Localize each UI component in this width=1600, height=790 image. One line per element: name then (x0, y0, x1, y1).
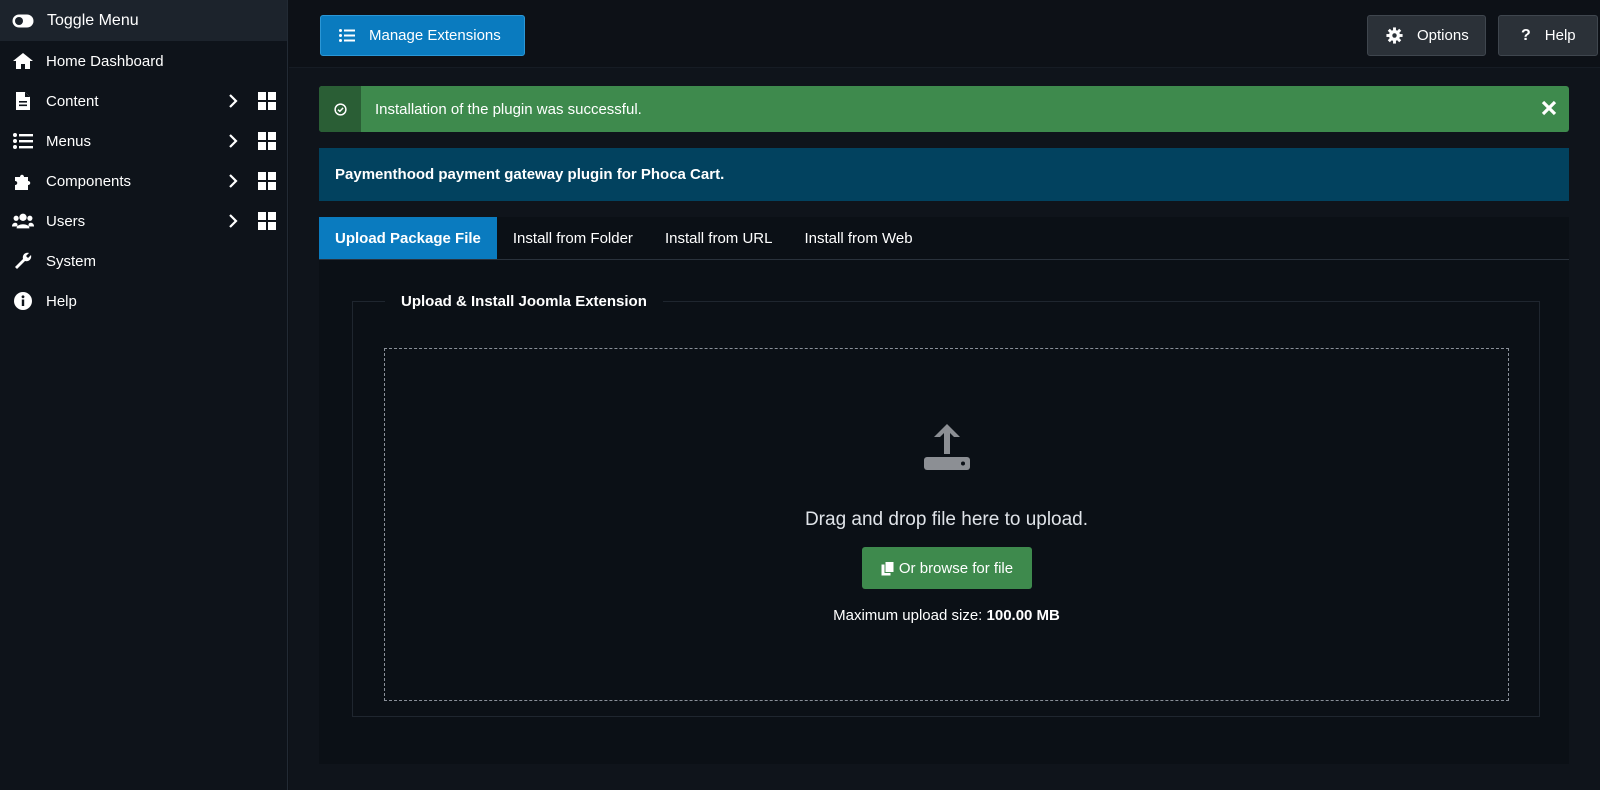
sidebar-item-home-dashboard[interactable]: Home Dashboard (0, 41, 287, 81)
sidebar-item-label: Content (46, 92, 99, 110)
main-content: Installation of the plugin was successfu… (289, 68, 1600, 790)
dashboard-grid-icon[interactable] (258, 172, 276, 190)
sidebar-item-system[interactable]: System (0, 241, 287, 281)
dashboard-grid-icon[interactable] (258, 212, 276, 230)
sidebar-item-help[interactable]: Help (0, 281, 287, 321)
max-upload-value: 100.00 MB (986, 607, 1060, 624)
manage-extensions-label: Manage Extensions (369, 27, 501, 44)
options-button[interactable]: Options (1367, 15, 1486, 56)
alert-message: Installation of the plugin was successfu… (375, 100, 642, 118)
question-icon: ? (1521, 26, 1531, 44)
copy-icon (881, 560, 895, 575)
chevron-right-icon[interactable] (226, 133, 240, 149)
tab-upload-package-file[interactable]: Upload Package File (319, 217, 497, 259)
max-upload-label: Maximum upload size: (833, 607, 983, 624)
sidebar-item-menus[interactable]: Menus (0, 121, 287, 161)
check-circle-icon (319, 86, 361, 132)
wrench-icon (12, 250, 34, 272)
tab-install-from-folder[interactable]: Install from Folder (497, 217, 649, 259)
tab-install-from-web[interactable]: Install from Web (788, 217, 928, 259)
gear-icon (1386, 27, 1403, 44)
dashboard-grid-icon[interactable] (258, 132, 276, 150)
list-icon (339, 29, 355, 42)
sidebar-item-label: Help (46, 292, 77, 310)
dropzone-text: Drag and drop file here to upload. (804, 509, 1089, 530)
toggle-menu-label: Toggle Menu (47, 11, 139, 29)
upload-fieldset: Upload & Install Joomla Extension Drag a… (352, 293, 1540, 717)
chevron-right-icon[interactable] (226, 213, 240, 229)
tab-install-from-url[interactable]: Install from URL (649, 217, 789, 259)
help-label: Help (1544, 27, 1576, 44)
close-icon[interactable] (1539, 98, 1559, 118)
home-icon (12, 50, 34, 72)
info-circle-icon (12, 290, 34, 312)
success-alert: Installation of the plugin was successfu… (319, 86, 1569, 132)
toggle-icon (12, 14, 34, 28)
install-card: Upload Package File Install from Folder … (319, 217, 1569, 764)
max-upload-size: Maximum upload size: 100.00 MB (385, 607, 1508, 624)
sidebar-item-content[interactable]: Content (0, 81, 287, 121)
manage-extensions-button[interactable]: Manage Extensions (320, 15, 525, 56)
chevron-right-icon[interactable] (226, 173, 240, 189)
dashboard-grid-icon[interactable] (258, 92, 276, 110)
options-label: Options (1417, 27, 1469, 44)
toggle-menu-button[interactable]: Toggle Menu (0, 0, 287, 41)
install-tabs: Upload Package File Install from Folder … (319, 217, 1569, 260)
users-icon (12, 210, 34, 232)
file-icon (12, 90, 34, 112)
sidebar-item-label: Home Dashboard (46, 52, 164, 70)
sidebar-item-components[interactable]: Components (0, 161, 287, 201)
browse-file-label: Or browse for file (898, 559, 1014, 577)
sidebar-item-label: Menus (46, 132, 92, 150)
sidebar-item-users[interactable]: Users (0, 201, 287, 241)
chevron-right-icon[interactable] (226, 93, 240, 109)
toolbar: Manage Extensions Options ? Help (289, 0, 1600, 68)
sidebar-item-label: Components (46, 172, 132, 190)
sidebar: Toggle Menu Home Dashboard Content Menus… (0, 0, 288, 790)
upload-icon (924, 424, 970, 470)
upload-legend: Upload & Install Joomla Extension (385, 293, 663, 310)
help-button[interactable]: ? Help (1498, 15, 1598, 56)
upload-dropzone[interactable]: Drag and drop file here to upload. Or br… (384, 348, 1509, 701)
browse-file-button[interactable]: Or browse for file (862, 547, 1032, 589)
puzzle-icon (12, 170, 34, 192)
sidebar-item-label: Users (46, 212, 86, 230)
sidebar-item-label: System (46, 252, 97, 270)
list-icon (12, 130, 34, 152)
info-message: Paymenthood payment gateway plugin for P… (319, 148, 1569, 201)
